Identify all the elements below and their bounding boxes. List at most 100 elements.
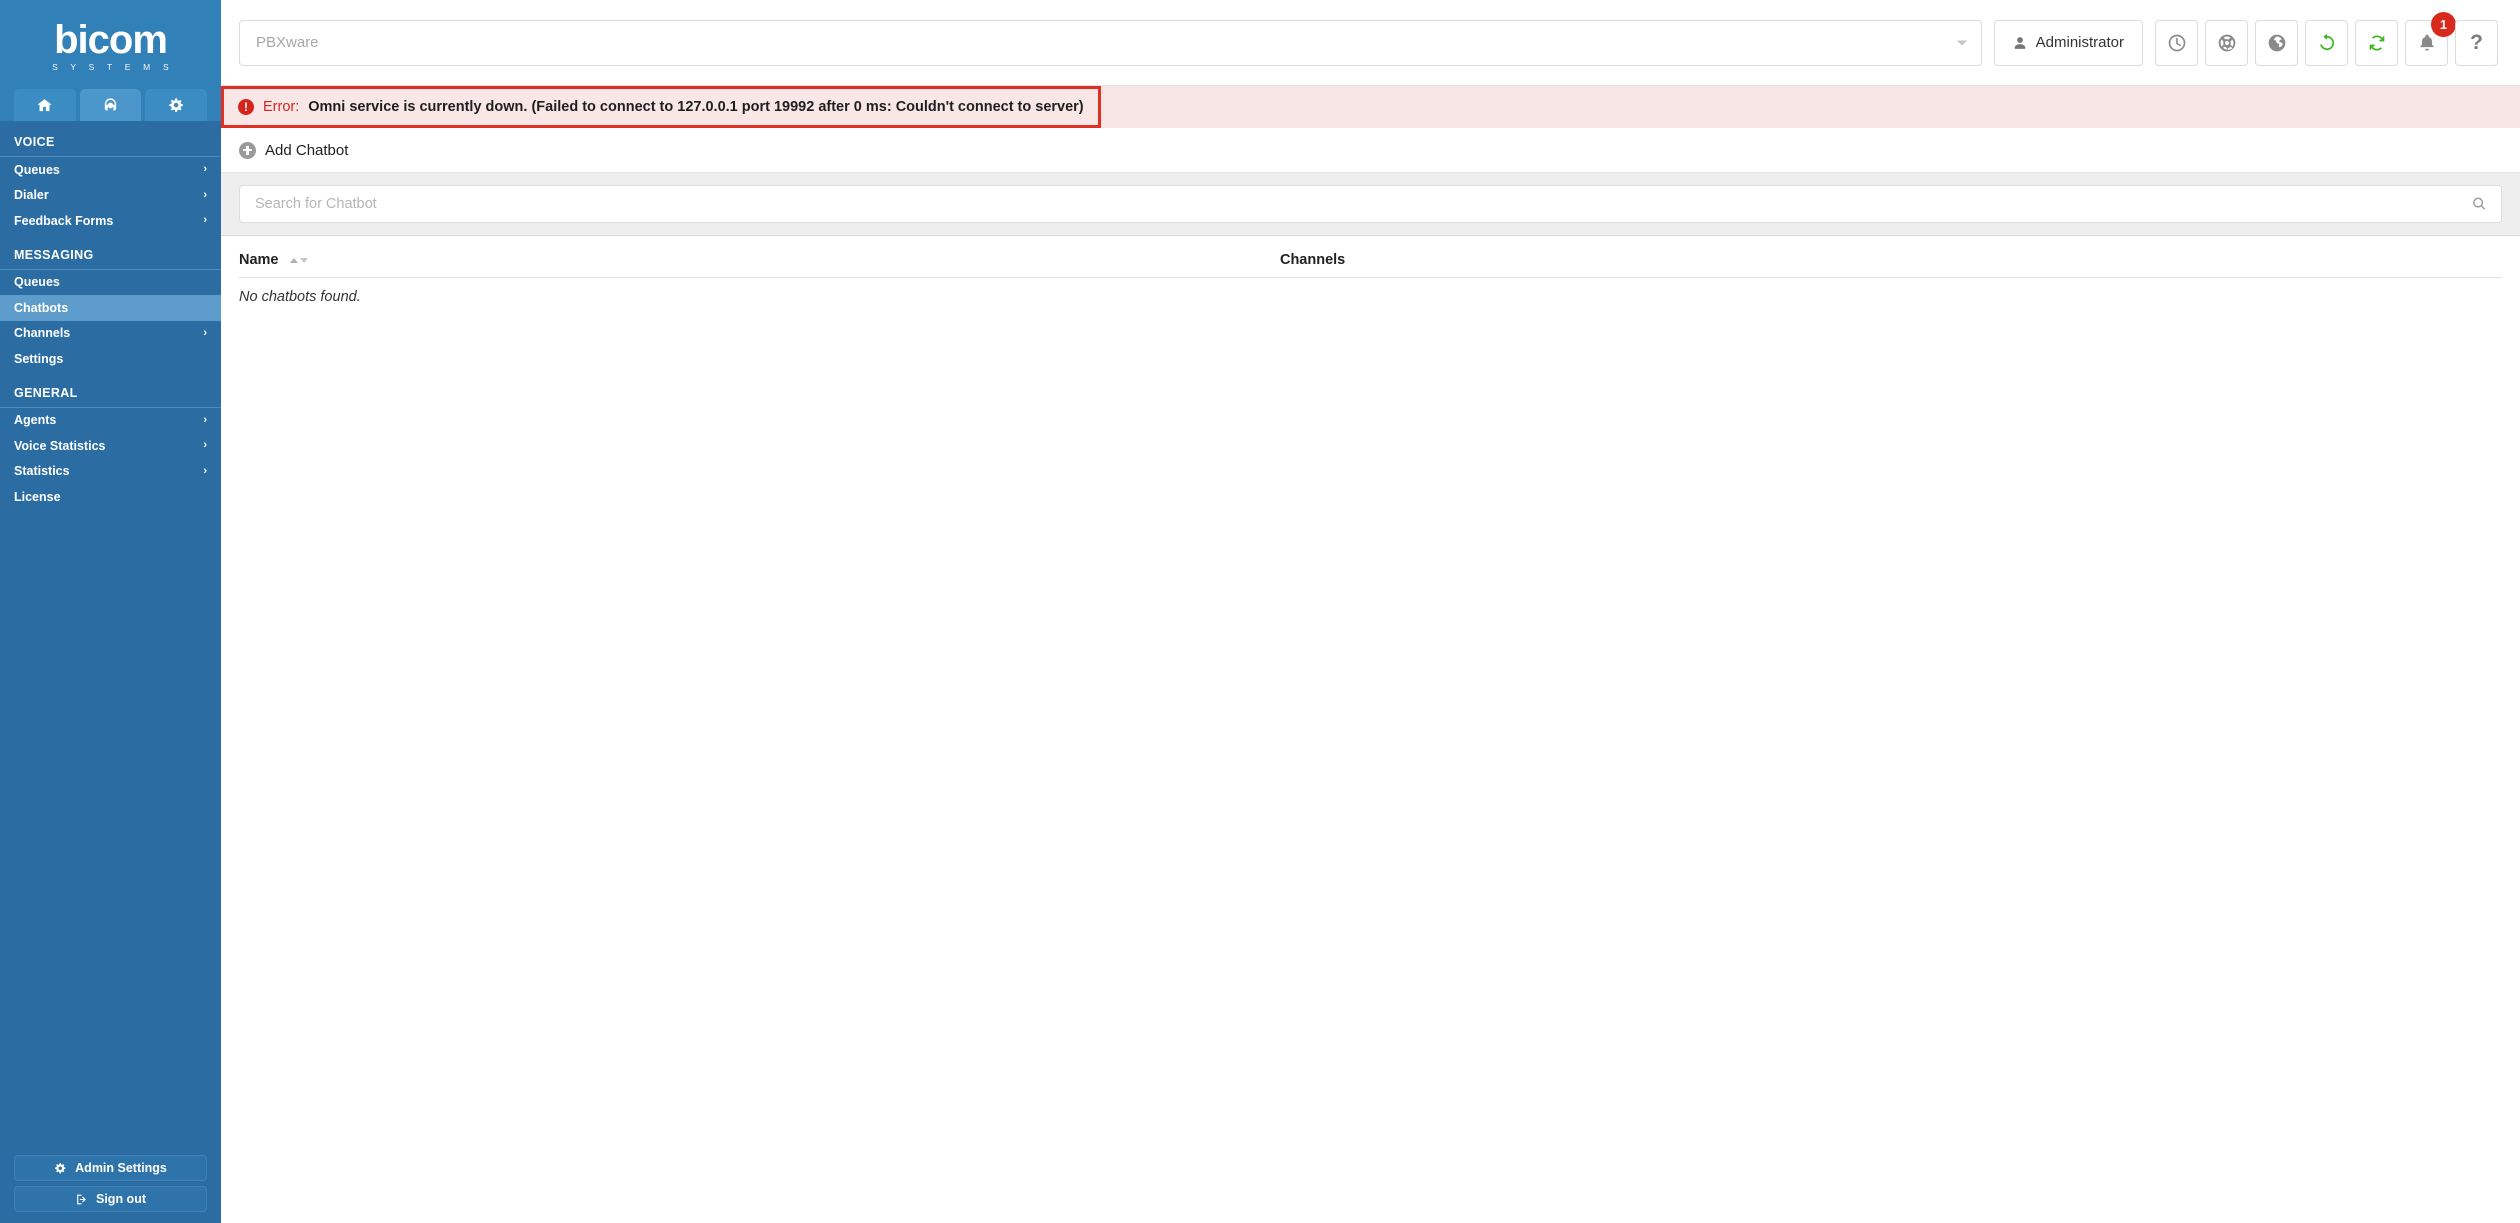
admin-settings-label: Admin Settings: [75, 1161, 167, 1175]
nav-section-general-header: GENERAL: [0, 372, 221, 408]
gears-icon: [169, 97, 183, 112]
globe-button[interactable]: [2255, 19, 2298, 66]
application-root: bicom S Y S T E M S VOICE Queues › Diale…: [0, 0, 2520, 1223]
chevron-right-icon: ›: [203, 163, 207, 176]
sidebar-item-label: Dialer: [14, 188, 49, 203]
search-input[interactable]: [239, 185, 2502, 223]
clock-icon: [2168, 34, 2185, 51]
user-icon: [2014, 36, 2025, 49]
sidebar-item-agents[interactable]: Agents ›: [0, 408, 221, 434]
sidebar-footer: Admin Settings Sign out: [0, 1155, 221, 1223]
sort-descending-icon[interactable]: [299, 258, 308, 263]
search-band: [221, 172, 2520, 236]
chevron-right-icon: ›: [203, 188, 207, 201]
sidebar-item-messaging-queues[interactable]: Queues: [0, 270, 221, 296]
sidebar-item-label: Agents: [14, 413, 57, 428]
error-banner-box: ! Error: Omni service is currently down.…: [221, 86, 1101, 128]
chatbots-table: Name Channels No chatbots found.: [239, 236, 2502, 305]
column-header-channels[interactable]: Channels: [1279, 236, 2502, 278]
sign-out-button[interactable]: Sign out: [14, 1186, 207, 1212]
help-button[interactable]: ?: [2455, 19, 2498, 66]
gears-icon: [55, 1162, 66, 1173]
sidebar-item-messaging-settings[interactable]: Settings: [0, 346, 221, 372]
sign-out-label: Sign out: [96, 1192, 146, 1206]
support-button[interactable]: [2205, 19, 2248, 66]
sidebar-item-license[interactable]: License: [0, 484, 221, 510]
admin-settings-button[interactable]: Admin Settings: [14, 1155, 207, 1181]
voice-tab[interactable]: [79, 89, 142, 121]
empty-message: No chatbots found.: [239, 289, 361, 305]
question-mark-icon: ?: [2470, 31, 2483, 54]
top-bar-icon-group: 1 ?: [2155, 11, 2498, 66]
table-header-row: Name Channels: [239, 236, 2502, 278]
sidebar-item-label: Channels: [14, 326, 71, 341]
add-chatbot-label: Add Chatbot: [265, 141, 349, 159]
sidebar-item-voice-queues[interactable]: Queues ›: [0, 157, 221, 183]
error-banner: ! Error: Omni service is currently down.…: [221, 86, 2520, 128]
sidebar: bicom S Y S T E M S VOICE Queues › Diale…: [0, 0, 221, 1223]
server-select[interactable]: PBXware: [239, 19, 1982, 66]
chevron-right-icon: ›: [203, 413, 207, 426]
sidebar-item-label: License: [14, 489, 61, 504]
sidebar-item-voice-statistics[interactable]: Voice Statistics ›: [0, 433, 221, 459]
bell-icon: [2419, 34, 2434, 50]
sidebar-item-label: Voice Statistics: [14, 438, 106, 453]
sidebar-item-feedback-forms[interactable]: Feedback Forms ›: [0, 208, 221, 234]
top-bar: PBXware Administrator 1 ?: [221, 0, 2520, 86]
sidebar-item-label: Queues: [14, 162, 60, 177]
brand-logo[interactable]: bicom S Y S T E M S: [0, 0, 221, 85]
sort-icon[interactable]: [289, 258, 308, 263]
reload-button[interactable]: [2305, 19, 2348, 66]
notifications-button[interactable]: 1: [2405, 11, 2456, 66]
chevron-down-icon: [1956, 40, 1967, 45]
action-row: Add Chatbot: [221, 128, 2520, 172]
home-icon: [37, 98, 52, 111]
chevron-right-icon: ›: [203, 326, 207, 339]
brand-name: bicom: [54, 17, 168, 62]
sidebar-item-channels[interactable]: Channels ›: [0, 321, 221, 347]
nav-section-messaging-header: MESSAGING: [0, 234, 221, 270]
sidebar-item-dialer[interactable]: Dialer ›: [0, 183, 221, 209]
clock-button[interactable]: [2155, 19, 2198, 66]
table-empty-row: No chatbots found.: [239, 278, 2502, 305]
sidebar-item-label: Queues: [14, 275, 60, 290]
add-chatbot-button[interactable]: Add Chatbot: [239, 141, 349, 159]
sidebar-item-label: Feedback Forms: [14, 213, 114, 228]
chatbots-table-area: Name Channels No chatbots found.: [221, 236, 2520, 1223]
sync-icon: [2369, 34, 2384, 51]
error-message: Omni service is currently down. (Failed …: [308, 99, 1084, 115]
table-body: No chatbots found.: [239, 278, 2502, 305]
sidebar-item-label: Settings: [14, 351, 64, 366]
nav-section-voice-header: VOICE: [0, 121, 221, 157]
sidebar-item-chatbots[interactable]: Chatbots: [0, 295, 221, 321]
sidebar-nav: VOICE Queues › Dialer › Feedback Forms ›…: [0, 121, 221, 1155]
settings-tab[interactable]: [145, 89, 208, 121]
brand-tagline: S Y S T E M S: [52, 61, 174, 72]
chevron-right-icon: ›: [203, 464, 207, 477]
chevron-right-icon: ›: [203, 214, 207, 227]
reload-icon: [2319, 33, 2334, 50]
sign-out-icon: [77, 1194, 86, 1204]
notification-badge: 1: [2431, 11, 2456, 37]
headset-icon: [104, 97, 117, 110]
column-header-name[interactable]: Name: [239, 236, 1280, 278]
server-select-value: PBXware: [256, 34, 319, 51]
globe-icon: [2268, 34, 2285, 51]
home-tab[interactable]: [14, 89, 76, 121]
main-content: PBXware Administrator 1 ? ! Error: Omni …: [221, 0, 2520, 1223]
sort-ascending-icon[interactable]: [289, 258, 298, 263]
chevron-right-icon: ›: [203, 439, 207, 452]
sidebar-item-statistics[interactable]: Statistics ›: [0, 459, 221, 485]
error-label: Error:: [263, 99, 300, 115]
user-menu-label: Administrator: [2035, 34, 2124, 51]
sync-button[interactable]: [2355, 19, 2398, 66]
sidebar-item-label: Chatbots: [14, 300, 69, 315]
lifebuoy-icon: [2218, 34, 2235, 51]
user-menu-button[interactable]: Administrator: [1993, 19, 2143, 66]
sidebar-tabbar: [0, 85, 221, 121]
plus-circle-icon: [239, 141, 256, 159]
column-header-label: Name: [239, 252, 279, 268]
sidebar-item-label: Statistics: [14, 464, 70, 479]
column-header-label: Channels: [1279, 252, 1346, 268]
error-icon: !: [238, 99, 254, 115]
